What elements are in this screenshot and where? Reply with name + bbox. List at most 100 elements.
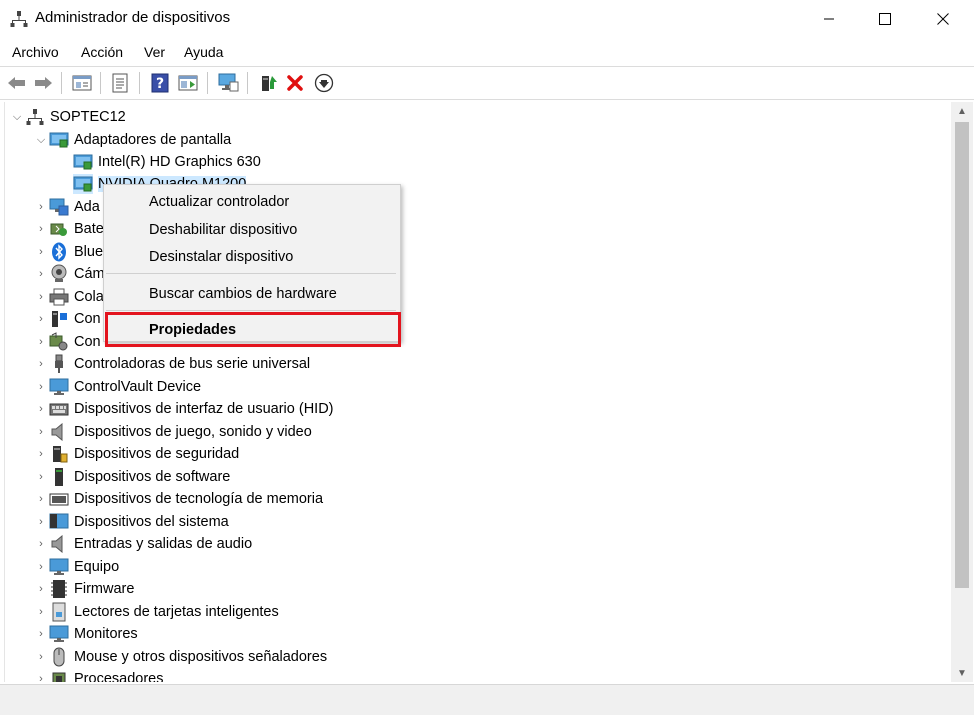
tree-item-audio-io[interactable]: › Entradas y salidas de audio <box>33 533 252 555</box>
tree-child-intel[interactable]: Intel(R) HD Graphics 630 <box>57 151 261 173</box>
printer-icon <box>49 287 69 307</box>
monitor-device-icon <box>49 624 69 644</box>
chevron-right-icon[interactable]: › <box>33 649 49 665</box>
chevron-right-icon[interactable]: › <box>33 671 49 682</box>
menu-item-update-driver[interactable]: Actualizar controlador <box>149 194 289 210</box>
tree-item-firmware[interactable]: › Firmware <box>33 578 134 600</box>
chevron-right-icon[interactable]: › <box>33 401 49 417</box>
chevron-right-icon[interactable]: › <box>33 311 49 327</box>
uninstall-icon[interactable] <box>283 71 307 95</box>
chevron-right-icon[interactable]: › <box>33 266 49 282</box>
chevron-right-icon[interactable]: › <box>33 604 49 620</box>
download-icon[interactable] <box>312 71 336 95</box>
tree-item-smartcard[interactable]: › Lectores de tarjetas inteligentes <box>33 601 279 623</box>
tree-item-monitors[interactable]: › Monitores <box>33 623 138 645</box>
toolbar-separator <box>247 72 248 94</box>
tree-item-label: Equipo <box>74 559 120 575</box>
menu-item-uninstall-device[interactable]: Desinstalar dispositivo <box>149 249 293 265</box>
software-device-icon <box>49 467 69 487</box>
tree-item-processors[interactable]: › Procesadores <box>33 668 163 682</box>
menu-ayuda[interactable]: Ayuda <box>184 44 223 60</box>
chevron-right-icon[interactable]: › <box>33 424 49 440</box>
chevron-right-icon[interactable]: › <box>33 379 49 395</box>
memory-icon <box>49 489 69 509</box>
chevron-right-icon[interactable]: › <box>33 581 49 597</box>
tree-item-mouse[interactable]: › Mouse y otros dispositivos señaladores <box>33 646 327 668</box>
tree-item-label: Mouse y otros dispositivos señaladores <box>74 649 328 665</box>
tree-item-security[interactable]: › Dispositivos de seguridad <box>33 443 239 465</box>
menu-accion[interactable]: Acción <box>81 44 123 60</box>
chevron-right-icon[interactable]: › <box>33 514 49 530</box>
tree-root[interactable]: ⌵ SOPTEC12 <box>9 106 126 128</box>
chevron-right-icon[interactable]: › <box>33 626 49 642</box>
scroll-down-arrow-icon[interactable]: ▼ <box>951 664 973 682</box>
tree-root-label: SOPTEC12 <box>50 109 126 125</box>
battery-icon <box>49 219 69 239</box>
maximize-button[interactable] <box>856 0 914 38</box>
chevron-right-icon[interactable]: › <box>33 334 49 350</box>
tree-item-label: Controladoras de bus serie universal <box>74 356 311 372</box>
toolbar-separator <box>139 72 140 94</box>
chevron-down-icon[interactable]: ⌵ <box>33 132 49 148</box>
forward-icon[interactable] <box>31 71 55 95</box>
chevron-right-icon[interactable]: › <box>33 469 49 485</box>
menu-archivo[interactable]: Archivo <box>12 44 59 60</box>
window-title: Administrador de dispositivos <box>35 9 231 26</box>
menu-item-scan-hardware[interactable]: Buscar cambios de hardware <box>149 286 337 302</box>
chevron-right-icon[interactable]: › <box>33 559 49 575</box>
tree-item-label: Con <box>74 334 101 350</box>
monitor-icon[interactable] <box>216 71 240 95</box>
close-button[interactable] <box>914 0 972 38</box>
help-icon[interactable]: ? <box>148 71 172 95</box>
update-driver-icon[interactable] <box>256 71 280 95</box>
tree-item-controllers-1[interactable]: › Con <box>33 308 101 330</box>
tree-item-computer[interactable]: › Equipo <box>33 556 119 578</box>
chevron-right-icon[interactable]: › <box>33 446 49 462</box>
tree-item-sound[interactable]: › Dispositivos de juego, sonido y video <box>33 421 312 443</box>
tree-item-label: Dispositivos de tecnología de memoria <box>74 491 324 507</box>
vertical-scrollbar[interactable]: ▲ ▼ <box>951 102 973 682</box>
chevron-down-icon[interactable]: ⌵ <box>9 109 25 125</box>
run-view-icon[interactable] <box>176 71 200 95</box>
scroll-up-arrow-icon[interactable]: ▲ <box>951 102 973 120</box>
chevron-right-icon[interactable]: › <box>33 244 49 260</box>
tree-item-batteries[interactable]: › Bate <box>33 218 104 240</box>
scrollbar-thumb[interactable] <box>955 122 969 588</box>
chevron-right-icon[interactable]: › <box>33 289 49 305</box>
usb-icon <box>49 354 69 374</box>
back-icon[interactable] <box>5 71 29 95</box>
minimize-button[interactable] <box>800 0 858 38</box>
tree-item-software[interactable]: › Dispositivos de software <box>33 466 230 488</box>
display-adapter-icon <box>49 130 69 150</box>
chevron-right-icon[interactable]: › <box>33 199 49 215</box>
tree-item-network[interactable]: › Ada <box>33 196 100 218</box>
properties-icon[interactable] <box>108 71 132 95</box>
tree-item-display-adapters[interactable]: ⌵ Adaptadores de pantalla <box>33 129 231 151</box>
status-bar <box>0 684 974 715</box>
toolbar-separator <box>207 72 208 94</box>
properties-view-icon[interactable] <box>70 71 94 95</box>
chevron-right-icon[interactable]: › <box>33 356 49 372</box>
tree-item-cameras[interactable]: › Cám <box>33 263 105 285</box>
sound-controller-icon <box>49 332 69 352</box>
tree-item-controllers-2[interactable]: › Con <box>33 331 101 353</box>
computer-icon <box>49 557 69 577</box>
menu-item-disable-device[interactable]: Deshabilitar dispositivo <box>149 222 297 238</box>
system-device-icon <box>49 512 69 532</box>
tree-item-usb[interactable]: › Controladoras de bus serie universal <box>33 353 310 375</box>
menu-ver[interactable]: Ver <box>144 44 165 60</box>
chevron-right-icon[interactable]: › <box>33 536 49 552</box>
tree-item-bluetooth[interactable]: › Blue <box>33 241 103 263</box>
speaker-icon <box>49 422 69 442</box>
tree-item-hid[interactable]: › Dispositivos de interfaz de usuario (H… <box>33 398 333 420</box>
chevron-right-icon[interactable]: › <box>33 221 49 237</box>
tree-item-controlvault[interactable]: › ControlVault Device <box>33 376 201 398</box>
firmware-chip-icon <box>49 579 69 599</box>
tree-item-label: Adaptadores de pantalla <box>74 132 232 148</box>
tree-item-label: Dispositivos de juego, sonido y video <box>74 424 312 440</box>
tree-item-memory[interactable]: › Dispositivos de tecnología de memoria <box>33 488 323 510</box>
tree-item-system[interactable]: › Dispositivos del sistema <box>33 511 229 533</box>
chevron-right-icon[interactable]: › <box>33 491 49 507</box>
tree-item-print-queues[interactable]: › Cola <box>33 286 104 308</box>
